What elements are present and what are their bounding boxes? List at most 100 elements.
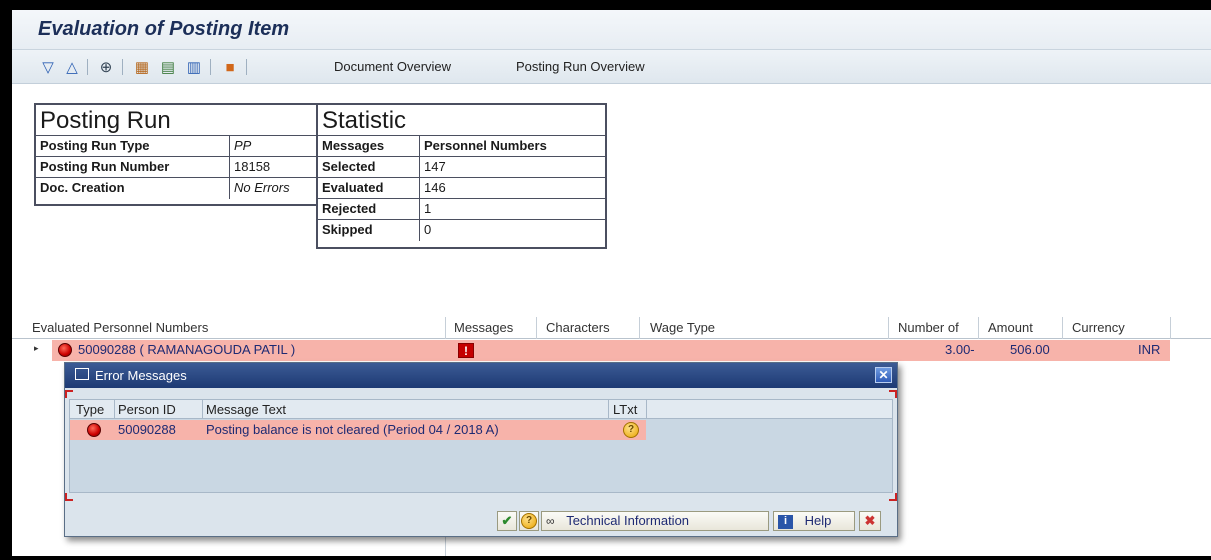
column-separator	[202, 400, 203, 419]
posting-run-header: Posting Run	[36, 105, 316, 136]
column-separator	[978, 317, 979, 339]
messages-column-header: Messages	[318, 136, 420, 156]
statistic-header: Statistic	[318, 105, 605, 136]
posting-run-number-value: 18158	[234, 159, 271, 174]
layout-icon[interactable]: ▦	[132, 57, 152, 77]
select-layout-icon[interactable]: ▤	[158, 57, 178, 77]
wage-type-column[interactable]: Wage Type	[650, 320, 715, 335]
characters-column[interactable]: Characters	[546, 320, 610, 335]
table-row: Skipped 0	[318, 220, 605, 241]
error-messages-table: Type Person ID Message Text LTxt 5009028…	[69, 399, 893, 493]
currency-value: INR	[1138, 342, 1161, 357]
statistic-table: Statistic Messages Personnel Numbers Sel…	[316, 103, 607, 249]
resize-corner	[889, 390, 897, 398]
posting-run-table: Posting Run Posting Run Type PP Posting …	[34, 103, 318, 206]
column-separator	[536, 317, 537, 339]
error-status-icon	[58, 343, 72, 357]
column-separator	[1170, 317, 1171, 339]
table-row: Selected 147	[318, 157, 605, 178]
table-row[interactable]: 50090288 ( RAMANAGOUDA PATIL ) ! 3.00- 5…	[52, 340, 1170, 361]
toolbar-separator	[87, 59, 88, 75]
number-of-value: 3.00-	[945, 342, 975, 357]
personnel-numbers-column-header: Personnel Numbers	[424, 138, 547, 153]
posting-run-number-label: Posting Run Number	[36, 157, 230, 177]
confirm-button[interactable]: ✔	[497, 511, 517, 531]
column-separator	[639, 317, 640, 339]
error-status-icon	[87, 423, 101, 437]
cancel-button[interactable]: ✖	[859, 511, 881, 531]
rejected-value: 1	[424, 201, 432, 216]
toolbar-separator	[122, 59, 123, 75]
table-row: Doc. Creation No Errors	[36, 178, 316, 199]
info-icon: i	[778, 514, 793, 529]
table-row: Rejected 1	[318, 199, 605, 220]
save-layout-icon[interactable]: ▥	[184, 57, 204, 77]
skipped-value: 0	[424, 222, 432, 237]
doc-creation-label: Doc. Creation	[36, 178, 230, 199]
resize-corner	[65, 390, 73, 398]
technical-information-label: Technical Information	[566, 513, 690, 528]
title-bar: Evaluation of Posting Item	[12, 10, 1211, 50]
skipped-label: Skipped	[318, 220, 420, 241]
toolbar: ▽ △ ⊕ ▦ ▤ ▥ ■ Document Overview Posting …	[12, 50, 1211, 84]
ltxt-column[interactable]: LTxt	[613, 402, 637, 417]
posting-run-type-label: Posting Run Type	[36, 136, 230, 156]
expand-all-icon[interactable]: ▽	[38, 57, 58, 77]
table-row: Messages Personnel Numbers	[318, 136, 605, 157]
type-column[interactable]: Type	[76, 402, 104, 417]
amount-value: 506.00	[1010, 342, 1050, 357]
employee-icon[interactable]: ■	[220, 57, 240, 77]
toolbar-separator	[210, 59, 211, 75]
evaluated-list-header: Evaluated Personnel Numbers Messages Cha…	[12, 317, 1211, 339]
number-of-column[interactable]: Number of	[898, 320, 959, 335]
error-message-icon[interactable]: !	[458, 343, 474, 358]
evaluated-value: 146	[424, 180, 446, 195]
column-separator	[646, 400, 647, 419]
table-row[interactable]: 50090288 Posting balance is not cleared …	[70, 420, 646, 440]
technical-information-button[interactable]: ∞ Technical Information	[541, 511, 769, 531]
toolbar-separator	[246, 59, 247, 75]
document-overview-button[interactable]: Document Overview	[334, 59, 451, 74]
messages-column[interactable]: Messages	[454, 320, 513, 335]
column-separator	[888, 317, 889, 339]
column-separator	[445, 317, 446, 339]
selected-label: Selected	[318, 157, 420, 177]
table-row: Posting Run Type PP	[36, 136, 316, 157]
currency-column[interactable]: Currency	[1072, 320, 1125, 335]
selected-value: 147	[424, 159, 446, 174]
column-separator	[1062, 317, 1063, 339]
help-label: Help	[804, 513, 832, 528]
glasses-icon: ∞	[546, 514, 555, 528]
expand-arrow-icon[interactable]: ▸	[34, 343, 39, 354]
dialog-title: Error Messages	[95, 368, 187, 383]
window-icon	[75, 368, 89, 380]
column-separator	[114, 400, 115, 419]
details-icon[interactable]: ⊕	[96, 57, 116, 77]
long-text-icon[interactable]: ?	[623, 422, 639, 438]
doc-creation-value: No Errors	[234, 180, 290, 195]
dialog-footer: ✔ ? ∞ Technical Information i Help ✖	[65, 503, 897, 537]
message-text-column[interactable]: Message Text	[206, 402, 286, 417]
close-button[interactable]: ✕	[875, 367, 892, 383]
evaluated-personnel-column[interactable]: Evaluated Personnel Numbers	[32, 320, 208, 335]
amount-column[interactable]: Amount	[988, 320, 1033, 335]
table-row: Evaluated 146	[318, 178, 605, 199]
help-button[interactable]: ?	[519, 511, 539, 531]
table-row: Posting Run Number 18158	[36, 157, 316, 178]
rejected-label: Rejected	[318, 199, 420, 219]
evaluated-label: Evaluated	[318, 178, 420, 198]
error-messages-dialog: Error Messages ✕ Type Person ID Message …	[64, 362, 898, 537]
message-text-value: Posting balance is not cleared (Period 0…	[206, 422, 499, 437]
resize-corner	[65, 493, 73, 501]
person-id-column[interactable]: Person ID	[118, 402, 176, 417]
column-separator	[608, 400, 609, 419]
employee-name[interactable]: 50090288 ( RAMANAGOUDA PATIL )	[78, 342, 295, 357]
dialog-title-bar: Error Messages ✕	[65, 363, 897, 388]
resize-corner	[889, 493, 897, 501]
page-title: Evaluation of Posting Item	[38, 18, 290, 40]
help-circle-icon: ?	[521, 513, 537, 529]
collapse-all-icon[interactable]: △	[62, 57, 82, 77]
help-text-button[interactable]: i Help	[773, 511, 855, 531]
posting-run-type-value: PP	[234, 138, 252, 153]
posting-run-overview-button[interactable]: Posting Run Overview	[516, 59, 645, 74]
